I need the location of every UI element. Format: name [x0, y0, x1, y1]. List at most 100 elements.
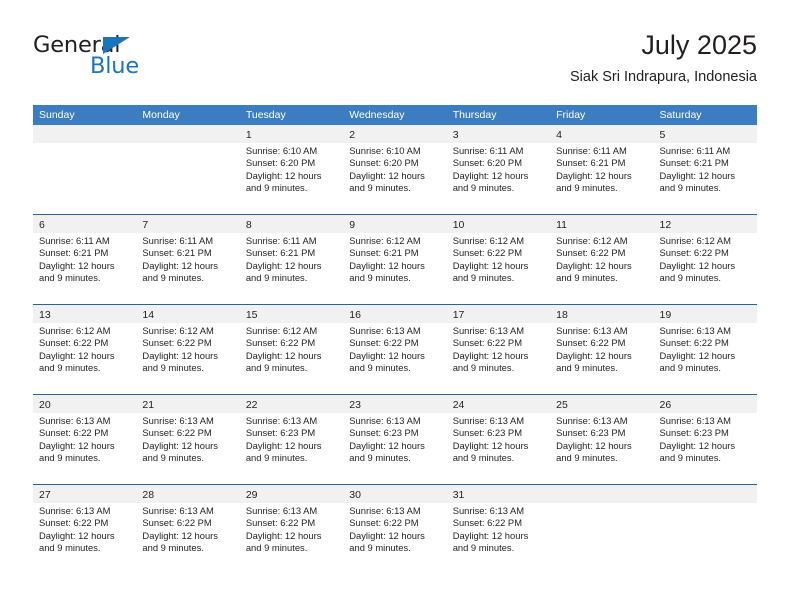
- day-number-band: 7: [136, 215, 240, 233]
- day-cell-16[interactable]: 16 Sunrise: 6:13 AM Sunset: 6:22 PM Dayligh…: [343, 305, 447, 394]
- day-detail-line: and 9 minutes.: [556, 181, 618, 193]
- day-detail-line: Sunrise: 6:12 AM: [452, 235, 525, 246]
- day-detail-line: Sunrise: 6:13 AM: [556, 325, 628, 336]
- day-detail-line: Sunset: 6:22 PM: [142, 517, 212, 529]
- day-cell-31[interactable]: 31 Sunrise: 6:13 AM Sunset: 6:22 PM Dayligh…: [446, 485, 551, 574]
- day-cell-2[interactable]: 2 Sunrise: 6:10 AM Sunset: 6:20 PM Daylight…: [343, 125, 447, 214]
- day-cell-5[interactable]: 5 Sunrise: 6:11 AM Sunset: 6:21 PM Daylight…: [653, 125, 757, 214]
- day-detail-line: Daylight: 12 hours: [452, 169, 529, 181]
- day-number-band: 31: [446, 485, 551, 503]
- day-number-band: 17: [446, 305, 551, 323]
- day-number-band: 29: [239, 485, 344, 503]
- day-detail-line: Sunrise: 6:13 AM: [142, 505, 214, 516]
- day-detail-line: Sunrise: 6:13 AM: [245, 505, 318, 516]
- day-cell-25[interactable]: 25 Sunrise: 6:13 AM Sunset: 6:23 PM Dayligh…: [550, 395, 654, 484]
- day-cell-1[interactable]: 1 Sunrise: 6:10 AM Sunset: 6:20 PM Daylight…: [239, 125, 344, 214]
- day-detail-line: Sunrise: 6:11 AM: [659, 145, 731, 156]
- day-details: Sunrise: 6:12 AM Sunset: 6:22 PM Daylight:…: [136, 323, 239, 374]
- day-cell-30[interactable]: 30 Sunrise: 6:13 AM Sunset: 6:22 PM Dayligh…: [343, 485, 447, 574]
- day-detail-line: Sunrise: 6:13 AM: [556, 415, 628, 426]
- day-detail-line: and 9 minutes.: [659, 181, 722, 193]
- day-number: 11: [556, 219, 568, 231]
- day-detail-line: and 9 minutes.: [452, 541, 515, 553]
- day-detail-line: Daylight: 12 hours: [556, 259, 632, 271]
- day-cell-12[interactable]: 12 Sunrise: 6:12 AM Sunset: 6:22 PM Dayligh…: [653, 215, 757, 304]
- day-number-band: 18: [550, 305, 654, 323]
- day-detail-line: Daylight: 12 hours: [245, 529, 322, 541]
- day-detail-line: Sunset: 6:23 PM: [659, 427, 729, 439]
- day-detail-line: and 9 minutes.: [349, 541, 411, 553]
- day-cell-6[interactable]: 6 Sunrise: 6:11 AM Sunset: 6:21 PM Daylight…: [33, 215, 137, 304]
- day-cell-24[interactable]: 24 Sunrise: 6:13 AM Sunset: 6:23 PM Dayligh…: [446, 395, 551, 484]
- day-cell-20[interactable]: 20 Sunrise: 6:13 AM Sunset: 6:22 PM Dayligh…: [33, 395, 137, 484]
- day-detail-line: and 9 minutes.: [245, 451, 308, 463]
- day-details: Sunrise: 6:12 AM Sunset: 6:22 PM Daylight:…: [240, 323, 343, 374]
- day-cell-26[interactable]: 26 Sunrise: 6:13 AM Sunset: 6:23 PM Dayligh…: [653, 395, 757, 484]
- day-detail-line: and 9 minutes.: [142, 271, 204, 283]
- day-detail-line: Daylight: 12 hours: [39, 349, 115, 361]
- day-cell-27[interactable]: 27 Sunrise: 6:13 AM Sunset: 6:22 PM Dayligh…: [33, 485, 137, 574]
- day-cell-9[interactable]: 9 Sunrise: 6:12 AM Sunset: 6:21 PM Daylight…: [343, 215, 447, 304]
- day-detail-line: Sunrise: 6:12 AM: [556, 235, 628, 246]
- day-detail-line: and 9 minutes.: [659, 271, 722, 283]
- day-number: 5: [659, 129, 666, 141]
- day-number-band: 19: [653, 305, 757, 323]
- day-detail-line: Sunrise: 6:11 AM: [452, 145, 524, 156]
- day-detail-line: Daylight: 12 hours: [349, 439, 425, 451]
- day-cell-15[interactable]: 15 Sunrise: 6:12 AM Sunset: 6:22 PM Dayligh…: [239, 305, 344, 394]
- day-detail-line: Sunset: 6:22 PM: [142, 337, 212, 349]
- day-cell-13[interactable]: 13 Sunrise: 6:12 AM Sunset: 6:22 PM Dayligh…: [33, 305, 137, 394]
- day-detail-line: Sunset: 6:22 PM: [39, 517, 109, 529]
- day-details: Sunrise: 6:13 AM Sunset: 6:22 PM Daylight:…: [33, 503, 136, 554]
- day-detail-line: Sunset: 6:23 PM: [556, 427, 626, 439]
- day-cell-14[interactable]: 14 Sunrise: 6:12 AM Sunset: 6:22 PM Dayligh…: [136, 305, 240, 394]
- day-cell-29[interactable]: 29 Sunrise: 6:13 AM Sunset: 6:22 PM Dayligh…: [239, 485, 344, 574]
- day-detail-line: Daylight: 12 hours: [349, 169, 425, 181]
- day-number: 28: [142, 489, 155, 501]
- day-detail-line: Sunset: 6:23 PM: [349, 427, 419, 439]
- day-number: 18: [556, 309, 568, 321]
- day-detail-line: Sunset: 6:20 PM: [349, 157, 419, 169]
- day-cell-3[interactable]: 3 Sunrise: 6:11 AM Sunset: 6:20 PM Daylight…: [446, 125, 551, 214]
- day-cell-empty: [136, 125, 240, 214]
- day-detail-line: Sunrise: 6:13 AM: [142, 415, 214, 426]
- day-detail-line: Daylight: 12 hours: [556, 169, 632, 181]
- day-detail-line: Sunrise: 6:12 AM: [659, 235, 731, 246]
- day-detail-line: Sunset: 6:22 PM: [556, 337, 626, 349]
- day-details: Sunrise: 6:11 AM Sunset: 6:21 PM Daylight:…: [550, 143, 653, 194]
- day-cell-10[interactable]: 10 Sunrise: 6:12 AM Sunset: 6:22 PM Dayligh…: [446, 215, 551, 304]
- day-cell-21[interactable]: 21 Sunrise: 6:13 AM Sunset: 6:22 PM Dayligh…: [136, 395, 240, 484]
- day-cell-8[interactable]: 8 Sunrise: 6:11 AM Sunset: 6:21 PM Daylight…: [239, 215, 344, 304]
- day-number-band: 21: [136, 395, 240, 413]
- day-detail-line: Sunrise: 6:13 AM: [659, 325, 731, 336]
- day-number-band: 28: [136, 485, 240, 503]
- day-number-band: 23: [343, 395, 447, 413]
- day-detail-line: Sunset: 6:22 PM: [659, 247, 729, 259]
- day-number: 4: [556, 129, 562, 141]
- day-cell-28[interactable]: 28 Sunrise: 6:13 AM Sunset: 6:22 PM Dayligh…: [136, 485, 240, 574]
- day-detail-line: Sunrise: 6:12 AM: [245, 325, 318, 336]
- day-cell-18[interactable]: 18 Sunrise: 6:13 AM Sunset: 6:22 PM Dayligh…: [550, 305, 654, 394]
- day-cell-17[interactable]: 17 Sunrise: 6:13 AM Sunset: 6:22 PM Dayligh…: [446, 305, 551, 394]
- day-cell-7[interactable]: 7 Sunrise: 6:11 AM Sunset: 6:21 PM Daylight…: [136, 215, 240, 304]
- day-cell-19[interactable]: 19 Sunrise: 6:13 AM Sunset: 6:22 PM Dayligh…: [653, 305, 757, 394]
- day-number: 1: [245, 129, 252, 141]
- day-details: Sunrise: 6:13 AM Sunset: 6:22 PM Daylight:…: [136, 413, 239, 464]
- title-block: July 2025 Siak Sri Indrapura, Indonesia: [570, 30, 757, 86]
- day-number-band: 8: [239, 215, 344, 233]
- day-cell-11[interactable]: 11 Sunrise: 6:12 AM Sunset: 6:22 PM Dayligh…: [550, 215, 654, 304]
- day-details: Sunrise: 6:10 AM Sunset: 6:20 PM Daylight:…: [343, 143, 446, 194]
- day-detail-line: Daylight: 12 hours: [245, 169, 322, 181]
- day-detail-line: Sunset: 6:21 PM: [659, 157, 729, 169]
- day-cell-empty: [550, 485, 654, 574]
- day-number: 26: [659, 399, 672, 411]
- day-detail-line: Sunset: 6:21 PM: [39, 247, 109, 259]
- day-number-band: 13: [33, 305, 137, 323]
- day-cell-22[interactable]: 22 Sunrise: 6:13 AM Sunset: 6:23 PM Dayligh…: [239, 395, 344, 484]
- day-detail-line: Sunset: 6:22 PM: [452, 337, 522, 349]
- day-detail-line: and 9 minutes.: [39, 541, 101, 553]
- day-cell-23[interactable]: 23 Sunrise: 6:13 AM Sunset: 6:23 PM Dayligh…: [343, 395, 447, 484]
- day-detail-line: Sunrise: 6:11 AM: [245, 235, 317, 246]
- weekday-header-saturday: Saturday: [659, 109, 702, 121]
- day-cell-4[interactable]: 4 Sunrise: 6:11 AM Sunset: 6:21 PM Daylight…: [550, 125, 654, 214]
